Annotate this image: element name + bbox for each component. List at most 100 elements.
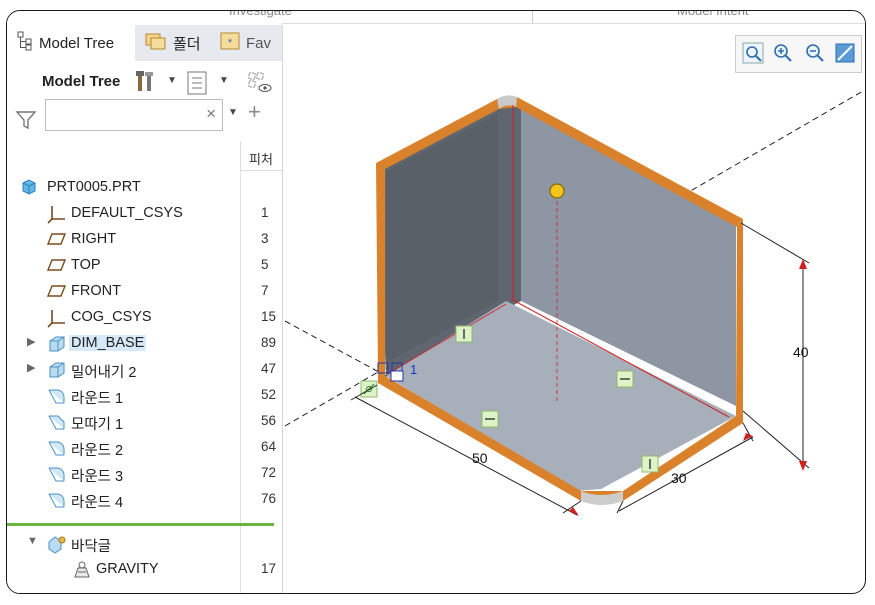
tree-row-label: 모따기 1 — [71, 417, 124, 433]
csys-number-label: 1 — [410, 362, 417, 377]
tree-row-label: 라운드 3 — [71, 469, 124, 485]
part-model-view[interactable]: 1 40 50 30 — [282, 25, 865, 593]
extrude-icon — [47, 360, 67, 384]
search-dropdown-icon[interactable]: ▼ — [228, 107, 238, 118]
constraint-horizontal-marker[interactable] — [616, 370, 634, 388]
tab-model-tree[interactable]: Model Tree — [7, 25, 135, 61]
tree-row-chamfer-1[interactable]: 모따기 1 56 — [7, 409, 282, 435]
dimension-height-label[interactable]: 40 — [793, 344, 809, 360]
graphics-viewport[interactable]: 1 40 50 30 — [282, 25, 865, 593]
ribbon-separator — [532, 11, 533, 23]
svg-text:*: * — [228, 37, 233, 49]
dimension-extension-line — [740, 222, 810, 264]
tree-row-default-csys[interactable]: DEFAULT_CSYS 1 — [7, 201, 282, 227]
clear-search-icon[interactable]: × — [206, 104, 216, 124]
tree-row-cog-csys[interactable]: COG_CSYS 15 — [7, 305, 282, 331]
model-tree-toolbar-label: Model Tree — [42, 73, 121, 90]
tree-row-gravity[interactable]: GRAVITY 17 — [7, 557, 282, 583]
tab-favorites[interactable]: * Fav — [210, 25, 282, 61]
tree-row-round-4[interactable]: 라운드 4 76 — [7, 487, 282, 513]
show-columns-icon[interactable] — [187, 71, 209, 100]
tree-row-label: GRAVITY — [96, 561, 159, 577]
datum-plane-icon — [46, 230, 67, 252]
chamfer-icon — [47, 412, 67, 436]
constraint-vertical-marker[interactable] — [455, 325, 473, 343]
tree-row-dim-base[interactable]: ▶ DIM_BASE 89 — [7, 331, 282, 357]
navigator-panel: Model Tree 폴더 * Fav Model Tree ▼ ▼ × ▼ +… — [7, 25, 283, 593]
columns-dropdown-icon[interactable]: ▼ — [219, 75, 229, 86]
layer-visibility-icon[interactable] — [247, 71, 273, 100]
ribbon-tab-model-intent[interactable]: Model Intent — [677, 11, 749, 18]
datum-plane-icon — [46, 256, 67, 278]
feature-id: 64 — [261, 439, 277, 454]
tree-row-round-3[interactable]: 라운드 3 72 — [7, 461, 282, 487]
feature-id: 76 — [261, 491, 277, 506]
model-tree-toolbar: Model Tree ▼ ▼ — [7, 65, 282, 101]
tree-row-label: TOP — [71, 257, 101, 273]
tree-row-top[interactable]: TOP 5 — [7, 253, 282, 279]
tree-row-footer[interactable]: ▼ 바닥글 — [7, 531, 282, 557]
ribbon-tab-investigate[interactable]: Investigate — [229, 11, 292, 18]
constraint-tangent-marker[interactable] — [360, 380, 378, 398]
settings-tools-icon[interactable] — [135, 69, 157, 100]
tree-row-round-2[interactable]: 라운드 2 64 — [7, 435, 282, 461]
tree-row-label: DEFAULT_CSYS — [71, 205, 183, 221]
tree-row-round-1[interactable]: 라운드 1 52 — [7, 383, 282, 409]
tree-row-label: 밀어내기 2 — [71, 365, 137, 381]
navigator-tabs: Model Tree 폴더 * Fav — [7, 25, 282, 61]
feature-id: 52 — [261, 387, 277, 402]
tree-row-extrude-2[interactable]: ▶ 밀어내기 2 47 — [7, 357, 282, 383]
tree-row-label: 라운드 2 — [71, 443, 124, 459]
favorites-icon: * — [220, 31, 240, 55]
feature-id: 72 — [261, 465, 277, 480]
tree-row-label: DIM_BASE — [69, 335, 147, 351]
round-icon — [47, 464, 67, 488]
feature-id: 47 — [261, 361, 277, 376]
search-input[interactable] — [50, 102, 194, 130]
section-divider — [7, 523, 274, 526]
dimension-extension-line — [742, 410, 810, 469]
tree-row-label: 라운드 4 — [71, 495, 124, 511]
footer-folder-icon — [47, 534, 67, 558]
expand-arrow-icon[interactable]: ▶ — [27, 335, 35, 348]
extrude-icon — [47, 334, 67, 358]
settings-dropdown-icon[interactable]: ▼ — [167, 75, 177, 86]
folder-browser-icon — [145, 31, 167, 55]
constraint-vertical-marker[interactable] — [641, 455, 659, 473]
filter-icon[interactable] — [15, 109, 37, 136]
tab-folder-browser[interactable]: 폴더 — [137, 25, 207, 61]
feature-id: 17 — [261, 561, 277, 576]
add-item-icon[interactable]: + — [248, 99, 261, 125]
search-box: × — [45, 99, 223, 131]
model-tree-icon — [17, 31, 33, 55]
column-header-label: 피처 — [249, 152, 273, 167]
dimension-width-label[interactable]: 50 — [472, 450, 488, 466]
center-of-gravity-marker[interactable] — [549, 183, 565, 199]
round-icon — [47, 438, 67, 462]
tree-row-label: 라운드 1 — [71, 391, 124, 407]
feature-id: 5 — [261, 257, 269, 272]
feature-id: 89 — [261, 335, 277, 350]
left-wall-edge — [376, 163, 385, 376]
part-icon — [20, 178, 38, 200]
ribbon-bottom-line — [282, 23, 865, 24]
collapse-arrow-icon[interactable]: ▼ — [27, 535, 38, 547]
constraint-horizontal-marker[interactable] — [481, 410, 499, 428]
csys-icon — [47, 204, 67, 228]
tab-favorites-label: Fav — [246, 34, 272, 52]
dimension-extension-line — [616, 500, 624, 514]
tree-row-right[interactable]: RIGHT 3 — [7, 227, 282, 253]
dimension-depth-label[interactable]: 30 — [671, 470, 687, 486]
tree-row-label: RIGHT — [71, 231, 117, 247]
expand-arrow-icon[interactable]: ▶ — [27, 361, 35, 374]
feature-id: 1 — [261, 205, 269, 220]
tab-folder-label: 폴더 — [173, 35, 201, 53]
tree-row-part[interactable]: PRT0005.PRT — [7, 175, 282, 201]
tree-row-label: FRONT — [71, 283, 121, 299]
feature-id: 3 — [261, 231, 269, 246]
tree-row-front[interactable]: FRONT 7 — [7, 279, 282, 305]
tab-model-tree-label: Model Tree — [39, 34, 115, 52]
column-header-feature-id[interactable]: 피처 — [240, 141, 282, 171]
feature-id: 15 — [261, 309, 277, 324]
right-wall-edge — [736, 219, 743, 416]
